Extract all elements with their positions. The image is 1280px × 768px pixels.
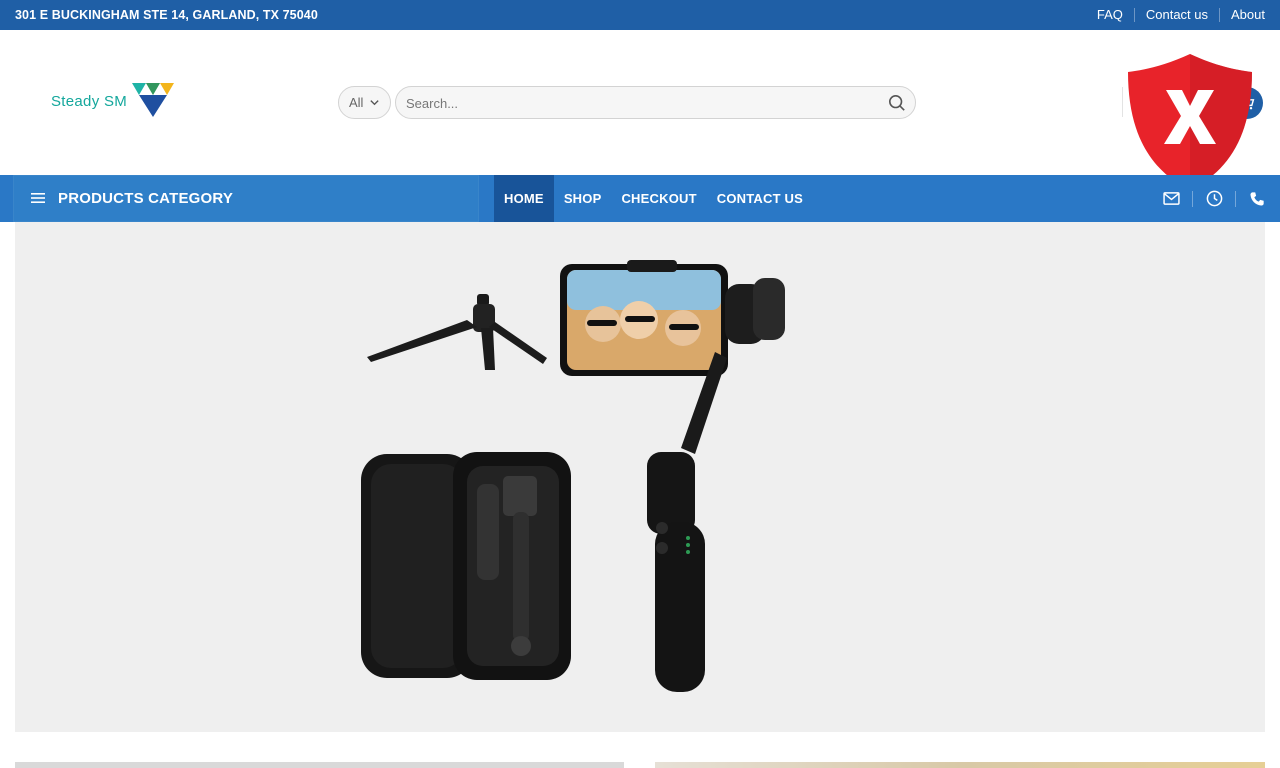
search-box bbox=[395, 86, 916, 119]
nav-contact-icons bbox=[1161, 175, 1267, 222]
gimbal-product-image bbox=[361, 260, 785, 692]
main-navbar: PRODUCTS CATEGORY HOME SHOP CHECKOUT CON… bbox=[0, 175, 1280, 222]
tripod-image bbox=[367, 294, 547, 370]
clock-icon[interactable] bbox=[1204, 189, 1224, 209]
site-header: Steady SM All bbox=[0, 30, 1280, 190]
contact-us-link[interactable]: Contact us bbox=[1146, 7, 1208, 22]
security-shield-icon bbox=[1128, 54, 1252, 190]
category-select-value: All bbox=[349, 95, 364, 110]
hero-banner-image[interactable] bbox=[15, 222, 1265, 732]
search-input[interactable] bbox=[406, 93, 866, 113]
logo-text: Steady SM bbox=[51, 93, 128, 110]
gimbal-stabilizer-image bbox=[560, 260, 785, 692]
faq-link[interactable]: FAQ bbox=[1097, 7, 1123, 22]
top-links: FAQ Contact us About bbox=[1097, 7, 1265, 22]
site-logo[interactable]: Steady SM bbox=[51, 83, 181, 121]
divider bbox=[1133, 7, 1135, 22]
divider bbox=[1219, 7, 1221, 22]
nav-links: HOME SHOP CHECKOUT CONTACT US bbox=[494, 175, 813, 222]
products-category-menu[interactable]: PRODUCTS CATEGORY bbox=[13, 175, 479, 222]
promo-banner-left[interactable] bbox=[15, 762, 624, 768]
nav-item-home[interactable]: HOME bbox=[494, 175, 554, 222]
about-link[interactable]: About bbox=[1231, 7, 1265, 22]
logo-mark-icon bbox=[132, 83, 174, 117]
carrying-case-image bbox=[361, 452, 571, 680]
nav-item-checkout[interactable]: CHECKOUT bbox=[611, 175, 706, 222]
category-select[interactable]: All bbox=[338, 86, 391, 119]
products-category-label: PRODUCTS CATEGORY bbox=[58, 190, 234, 207]
divider bbox=[1235, 190, 1236, 207]
phone-icon[interactable] bbox=[1247, 189, 1267, 209]
top-bar: 301 E BUCKINGHAM STE 14, GARLAND, TX 750… bbox=[0, 0, 1280, 30]
chevron-down-icon bbox=[370, 100, 379, 106]
nav-item-contact-us[interactable]: CONTACT US bbox=[707, 175, 813, 222]
search-icon[interactable] bbox=[888, 94, 906, 112]
store-address: 301 E BUCKINGHAM STE 14, GARLAND, TX 750… bbox=[15, 8, 318, 22]
mail-icon[interactable] bbox=[1161, 189, 1181, 209]
nav-item-shop[interactable]: SHOP bbox=[554, 175, 612, 222]
promo-banner-right[interactable] bbox=[655, 762, 1265, 768]
hamburger-menu-icon bbox=[31, 193, 45, 203]
divider bbox=[1122, 87, 1123, 117]
divider bbox=[1192, 190, 1193, 207]
